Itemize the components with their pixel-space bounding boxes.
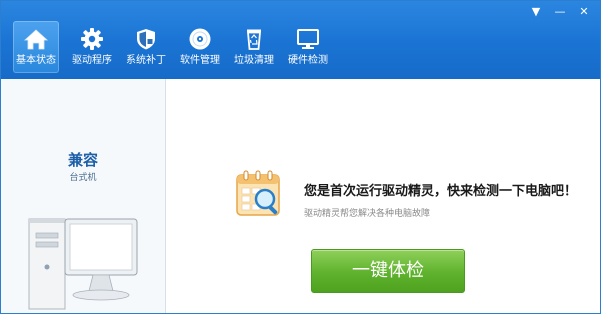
device-type-label: 台式机 [69, 173, 97, 183]
nav-item-label: 系统补丁 [126, 55, 166, 66]
welcome-subtitle: 驱动精灵帮您解决各种电脑故障 [304, 209, 431, 219]
menu-dropdown-button[interactable]: ▼ [528, 5, 544, 19]
nav-item-patches[interactable]: 系统补丁 [121, 21, 171, 73]
nav-item-basic-status[interactable]: 基本状态 [13, 21, 59, 73]
main-content: 您是首次运行驱动精灵，快来检测一下电脑吧！ 驱动精灵帮您解决各种电脑故障 一键体… [166, 79, 600, 313]
home-icon [23, 29, 49, 50]
nav-item-label: 硬件检测 [288, 55, 328, 66]
one-click-checkup-button[interactable]: 一键体检 [311, 249, 465, 293]
top-toolbar: ▼ — ✕ 基本状态 驱动程序 系统补丁 软件管理 垃圾清理 硬件检测 [1, 1, 600, 79]
close-button[interactable]: ✕ [576, 5, 592, 19]
gear-icon [81, 28, 103, 50]
status-sidebar: 兼容 台式机 [1, 79, 166, 313]
compatibility-title: 兼容 [67, 151, 98, 169]
shield-icon [137, 29, 155, 50]
nav-item-label: 基本状态 [16, 55, 56, 66]
nav-item-software[interactable]: 软件管理 [175, 21, 225, 73]
nav-item-hardware[interactable]: 硬件检测 [283, 21, 333, 73]
app-window: ▼ — ✕ 基本状态 驱动程序 系统补丁 软件管理 垃圾清理 硬件检测 兼容 台… [0, 0, 601, 314]
nav-item-label: 驱动程序 [72, 55, 112, 66]
desktop-computer-icon [28, 218, 138, 310]
recycle-bin-icon [247, 29, 261, 50]
monitor-icon [297, 29, 319, 49]
disc-icon [189, 28, 211, 50]
nav-item-label: 软件管理 [180, 55, 220, 66]
welcome-title: 您是首次运行驱动精灵，快来检测一下电脑吧！ [304, 184, 578, 199]
nav-item-label: 垃圾清理 [234, 55, 274, 66]
calendar-search-icon [236, 170, 280, 216]
minimize-button[interactable]: — [552, 5, 568, 19]
nav-item-drivers[interactable]: 驱动程序 [67, 21, 117, 73]
nav-item-cleanup[interactable]: 垃圾清理 [229, 21, 279, 73]
